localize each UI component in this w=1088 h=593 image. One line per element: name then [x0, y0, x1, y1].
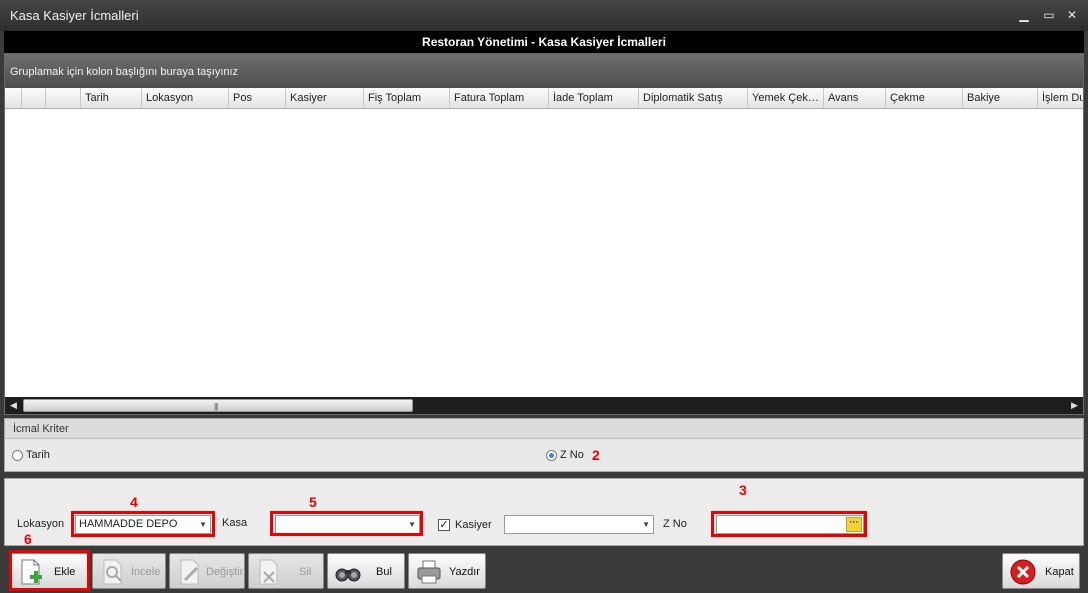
- group-hint: Gruplamak için kolon başlığını buraya ta…: [10, 66, 239, 78]
- radio-zno-label: Z No: [560, 449, 584, 461]
- printer-icon: [417, 560, 441, 584]
- binoculars-icon: [335, 568, 361, 582]
- highlight-lokasyon: [71, 511, 215, 537]
- column-header-yemek-ceki[interactable]: Yemek Çek…: [748, 88, 824, 108]
- radio-circle-icon: [12, 449, 23, 461]
- yazdir-label: Yazdır: [449, 566, 480, 578]
- minimize-button[interactable]: ▁: [1016, 7, 1032, 23]
- column-header-row: Tarih Lokasyon Pos Kasiyer Fiş Toplam Fa…: [5, 88, 1083, 109]
- annotation-6: 6: [24, 531, 32, 547]
- window-title: Kasa Kasiyer İcmalleri: [10, 8, 139, 23]
- sil-button[interactable]: Sil: [248, 553, 324, 589]
- column-header-islem[interactable]: İşlem Du: [1038, 88, 1083, 108]
- column-header[interactable]: [22, 88, 46, 108]
- highlight-zno: [711, 511, 867, 537]
- maximize-button[interactable]: ▭: [1041, 7, 1057, 23]
- delete-icon: [259, 559, 278, 585]
- page-title: Restoran Yönetimi - Kasa Kasiyer İcmalle…: [4, 31, 1084, 53]
- incele-label: İncele: [131, 566, 161, 578]
- kapat-button[interactable]: Kapat: [1002, 553, 1080, 589]
- radio-zno[interactable]: Z No: [546, 449, 584, 461]
- column-header-diplomatik-satis[interactable]: Diplomatik Satış: [639, 88, 748, 108]
- column-header-kasiyer[interactable]: Kasiyer: [286, 88, 364, 108]
- radio-tarih[interactable]: Tarih: [12, 449, 50, 461]
- highlight-ekle: [9, 550, 90, 591]
- edit-icon: [180, 559, 199, 585]
- criteria-caption: İcmal Kriter: [5, 419, 1083, 439]
- kasa-label: Kasa: [222, 517, 248, 529]
- column-header-avans[interactable]: Avans: [824, 88, 886, 108]
- degistir-button[interactable]: Değiştir: [169, 553, 245, 589]
- highlight-kasa: [270, 511, 423, 536]
- bottom-toolbar: Ekle İncele Değiştir Sil Bul Yazdır Kapa…: [0, 548, 1088, 593]
- kasiyer-label: Kasiyer: [455, 519, 492, 531]
- radio-tarih-label: Tarih: [26, 449, 50, 461]
- column-header[interactable]: [5, 88, 22, 108]
- column-header-tarih[interactable]: Tarih: [81, 88, 142, 108]
- kasiyer-checkbox[interactable]: ✓: [438, 519, 450, 531]
- column-header-iade-toplam[interactable]: İade Toplam: [549, 88, 639, 108]
- bul-label: Bul: [376, 566, 392, 578]
- annotation-4: 4: [130, 494, 138, 510]
- column-header-pos[interactable]: Pos: [229, 88, 286, 108]
- kasiyer-select[interactable]: ▼: [504, 515, 654, 534]
- annotation-5: 5: [309, 494, 317, 510]
- data-grid[interactable]: Gruplamak için kolon başlığını buraya ta…: [4, 53, 1084, 415]
- column-header-bakiye[interactable]: Bakiye: [963, 88, 1038, 108]
- window-titlebar: Kasa Kasiyer İcmalleri ▁ ▭ ✕: [0, 0, 1088, 31]
- annotation-2: 2: [592, 447, 600, 463]
- chevron-down-icon: ▼: [642, 520, 650, 529]
- kapat-label: Kapat: [1045, 566, 1074, 578]
- column-header[interactable]: [46, 88, 81, 108]
- grip-icon: |||: [214, 402, 218, 411]
- zno-label: Z No: [663, 518, 687, 530]
- scroll-thumb[interactable]: |||: [23, 399, 413, 412]
- annotation-3: 3: [739, 482, 747, 498]
- lokasyon-label: Lokasyon: [17, 518, 65, 530]
- scroll-right-icon[interactable]: ▶: [1066, 397, 1083, 414]
- column-header-cekme[interactable]: Çekme: [886, 88, 963, 108]
- group-panel[interactable]: Gruplamak için kolon başlığını buraya ta…: [5, 54, 1083, 88]
- close-circle-icon: [1010, 559, 1036, 585]
- column-header-fis-toplam[interactable]: Fiş Toplam: [364, 88, 450, 108]
- column-header-fatura-toplam[interactable]: Fatura Toplam: [450, 88, 549, 108]
- criteria-panel: İcmal Kriter Tarih Z No: [4, 418, 1084, 472]
- close-window-button[interactable]: ✕: [1064, 7, 1080, 23]
- scroll-left-icon[interactable]: ◀: [5, 397, 22, 414]
- magnifier-icon: [103, 559, 122, 585]
- bul-button[interactable]: Bul: [327, 553, 405, 589]
- incele-button[interactable]: İncele: [92, 553, 166, 589]
- yazdir-button[interactable]: Yazdır: [408, 553, 486, 589]
- degistir-label: Değiştir: [206, 566, 244, 578]
- horizontal-scrollbar[interactable]: ◀ ||| ▶: [5, 397, 1083, 414]
- radio-circle-selected-icon: [546, 449, 557, 461]
- sil-label: Sil: [299, 566, 312, 578]
- column-header-lokasyon[interactable]: Lokasyon: [142, 88, 229, 108]
